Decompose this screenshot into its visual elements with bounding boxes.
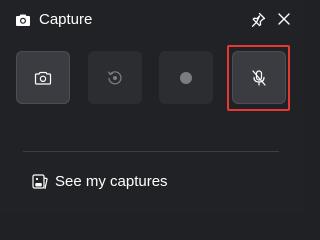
pin-button[interactable] [248,10,268,30]
gallery-icon [31,173,49,191]
replay-icon [107,70,122,84]
microphone-toggle-button[interactable] [232,51,286,104]
close-button[interactable] [274,9,294,29]
capture-widget: Capture See my captures [0,0,304,213]
see-my-captures-link[interactable]: See my captures [28,168,228,194]
start-recording-button[interactable] [159,51,213,104]
see-my-captures-label: See my captures [55,173,168,190]
record-last-30s-button[interactable] [88,51,142,104]
screenshot-button[interactable] [16,51,70,104]
pin-icon [251,12,266,27]
title-bar: Capture [0,0,304,38]
divider [23,151,279,152]
microphone-off-icon [252,69,266,86]
camera-icon [15,12,31,28]
window-title: Capture [39,11,93,28]
close-icon [278,13,290,25]
record-icon [180,71,192,84]
camera-icon [34,71,52,85]
